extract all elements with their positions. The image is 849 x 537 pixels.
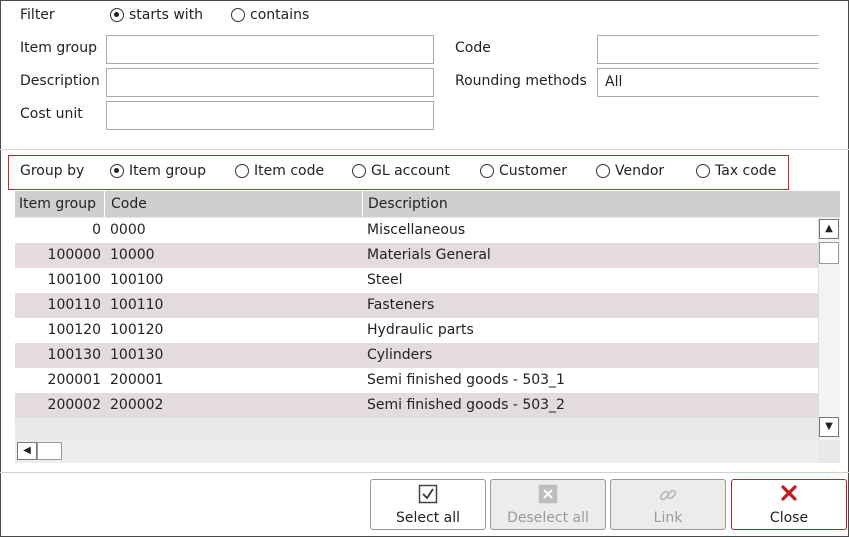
table-row[interactable]: 100100 100100 Steel	[15, 268, 818, 293]
filter-label: Filter	[20, 7, 55, 23]
cell-description: Hydraulic parts	[367, 322, 474, 338]
cell-description: Semi finished goods - 503_1	[367, 372, 565, 388]
group-by-item-code-label: Item code	[254, 163, 325, 179]
cell-code: 200002	[110, 397, 164, 413]
group-by-label: Group by	[20, 163, 85, 179]
table-row[interactable]: 200001 200001 Semi finished goods - 503_…	[15, 368, 818, 393]
table-row[interactable]: 100130 100130 Cylinders	[15, 343, 818, 368]
cell-item-group: 100130	[47, 347, 101, 363]
group-by-gl-account-label: GL account	[371, 163, 450, 179]
cell-code: 100120	[110, 322, 164, 338]
scroll-down-icon[interactable]: ▼	[819, 417, 839, 437]
group-by-customer-label: Customer	[499, 163, 568, 179]
horizontal-scroll-thumb[interactable]	[37, 442, 62, 460]
cost-unit-input[interactable]	[106, 101, 434, 130]
group-by-tax-code-radio[interactable]: Tax code	[696, 163, 776, 179]
section-divider	[0, 149, 849, 150]
rounding-methods-select[interactable]: All	[597, 68, 819, 97]
cell-description: Steel	[367, 272, 403, 288]
item-group-label: Item group	[20, 40, 97, 56]
column-header-description[interactable]: Description	[364, 191, 840, 217]
cell-code: 200001	[110, 372, 164, 388]
vertical-scroll-thumb[interactable]	[819, 242, 839, 264]
radio-unselected-icon	[352, 164, 366, 178]
cell-item-group: 100120	[47, 322, 101, 338]
radio-selected-icon	[110, 164, 124, 178]
cell-item-group: 100000	[47, 247, 101, 263]
cell-item-group: 100100	[47, 272, 101, 288]
table-row[interactable]: 0 0000 Miscellaneous	[15, 218, 818, 243]
cell-description: Fasteners	[367, 297, 435, 313]
checkbox-checked-icon	[371, 484, 485, 508]
table-row[interactable]: 100120 100120 Hydraulic parts	[15, 318, 818, 343]
group-by-item-group-radio[interactable]: Item group	[110, 163, 206, 179]
link-button[interactable]: Link	[610, 479, 726, 530]
cell-item-group: 0	[92, 222, 101, 238]
column-header-code[interactable]: Code	[107, 191, 363, 217]
radio-unselected-icon	[596, 164, 610, 178]
group-by-tax-code-label: Tax code	[715, 163, 777, 179]
chain-link-icon	[611, 484, 725, 508]
select-all-button[interactable]: Select all	[370, 479, 486, 530]
description-label: Description	[20, 73, 100, 89]
description-input[interactable]	[106, 68, 434, 97]
checkbox-cross-icon	[491, 484, 605, 508]
radio-unselected-icon	[480, 164, 494, 178]
table-row[interactable]: 100110 100110 Fasteners	[15, 293, 818, 318]
cell-description: Miscellaneous	[367, 222, 466, 238]
cell-code: 100110	[110, 297, 164, 313]
group-by-item-group-label: Item group	[129, 163, 206, 179]
filter-starts-with-radio[interactable]: starts with	[110, 7, 203, 23]
column-header-item-group[interactable]: Item group	[15, 191, 105, 217]
cell-code: 10000	[110, 247, 155, 263]
scroll-left-icon[interactable]: ◀	[17, 442, 37, 460]
cell-item-group: 100110	[47, 297, 101, 313]
group-by-vendor-radio[interactable]: Vendor	[596, 163, 664, 179]
cell-code: 100130	[110, 347, 164, 363]
radio-unselected-icon	[231, 8, 245, 22]
cell-code: 0000	[110, 222, 146, 238]
cost-unit-label: Cost unit	[20, 106, 83, 122]
group-by-item-code-radio[interactable]: Item code	[235, 163, 324, 179]
group-by-gl-account-radio[interactable]: GL account	[352, 163, 450, 179]
cell-description: Cylinders	[367, 347, 433, 363]
radio-unselected-icon	[696, 164, 710, 178]
filter-contains-radio[interactable]: contains	[231, 7, 309, 23]
cell-description: Semi finished goods - 503_2	[367, 397, 565, 413]
cell-item-group: 200002	[47, 397, 101, 413]
grid-header: Item group Code Description	[15, 191, 840, 217]
link-label: Link	[653, 510, 683, 526]
deselect-all-label: Deselect all	[507, 510, 589, 526]
filter-contains-label: contains	[250, 7, 310, 23]
radio-selected-icon	[110, 8, 124, 22]
cell-code: 100100	[110, 272, 164, 288]
results-grid[interactable]: Item group Code Description 0 0000 Misce…	[15, 191, 840, 463]
close-label: Close	[769, 510, 809, 526]
deselect-all-button[interactable]: Deselect all	[490, 479, 606, 530]
red-x-icon	[732, 484, 846, 508]
cell-item-group: 200001	[47, 372, 101, 388]
close-button[interactable]: Close	[731, 479, 847, 530]
horizontal-scrollbar[interactable]: ◀	[15, 440, 818, 463]
group-by-customer-radio[interactable]: Customer	[480, 163, 567, 179]
radio-unselected-icon	[235, 164, 249, 178]
table-row[interactable]: 200002 200002 Semi finished goods - 503_…	[15, 393, 818, 418]
select-all-label: Select all	[396, 510, 460, 526]
rounding-methods-label: Rounding methods	[455, 73, 587, 89]
filter-starts-with-label: starts with	[129, 7, 204, 23]
vertical-scrollbar[interactable]: ▲ ▼	[818, 218, 840, 440]
table-row[interactable]: 100000 10000 Materials General	[15, 243, 818, 268]
scroll-up-icon[interactable]: ▲	[819, 219, 839, 239]
item-group-input[interactable]	[106, 35, 434, 64]
code-label: Code	[455, 40, 491, 56]
footer-divider	[0, 472, 849, 473]
group-by-vendor-label: Vendor	[615, 163, 665, 179]
code-input[interactable]	[597, 35, 819, 64]
cell-description: Materials General	[367, 247, 491, 263]
